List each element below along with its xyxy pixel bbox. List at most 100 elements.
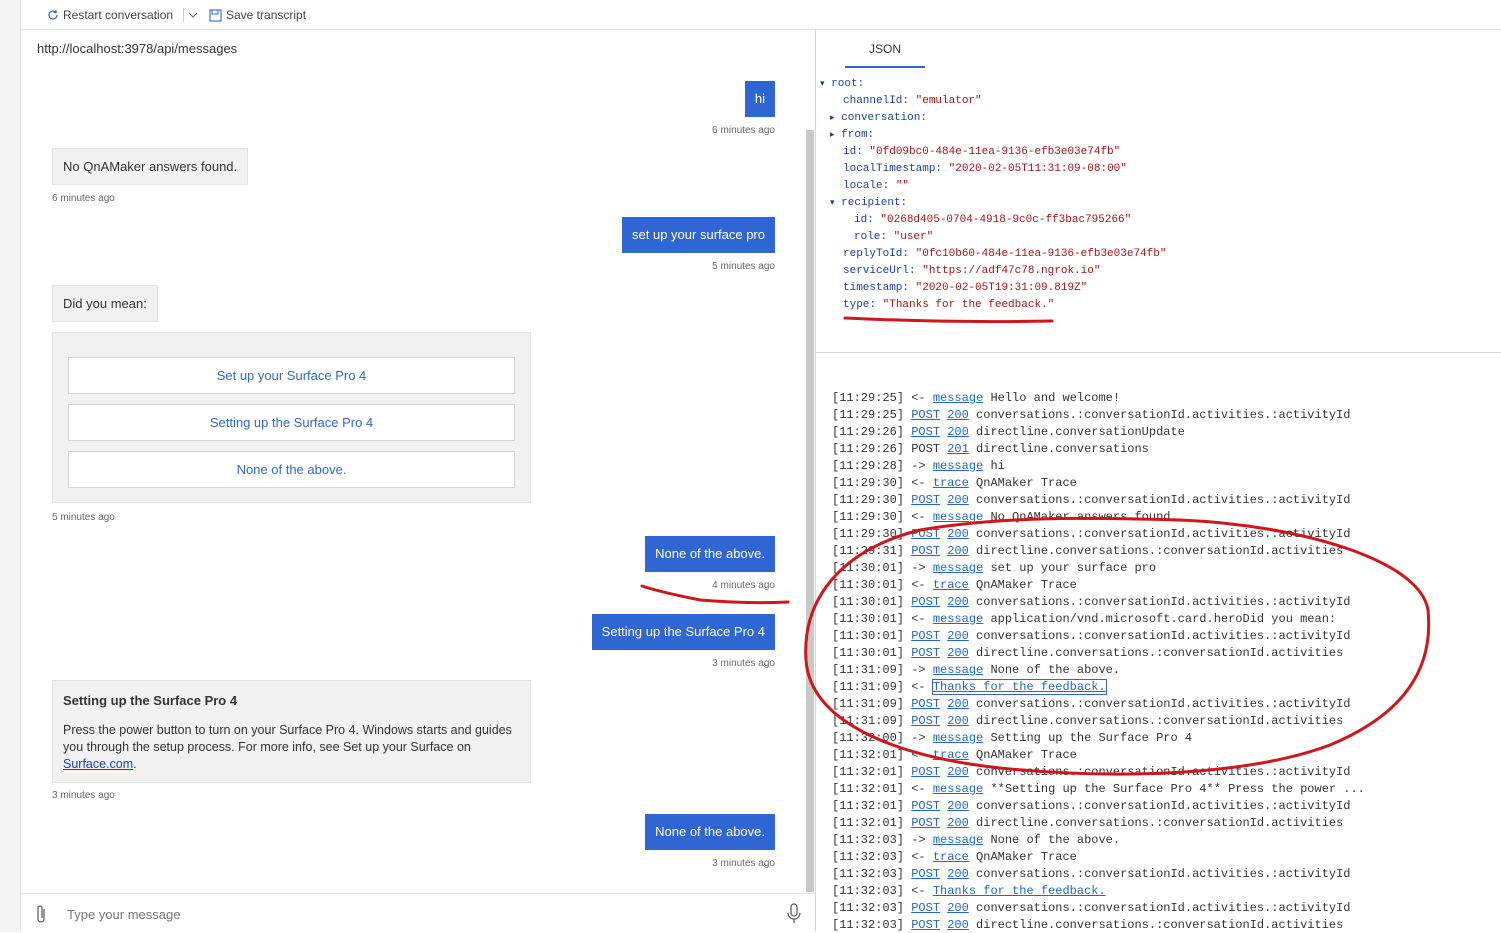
- log-link[interactable]: POST: [911, 629, 940, 643]
- hero-card: Set up your Surface Pro 4 Setting up the…: [52, 332, 531, 503]
- timestamp: 3 minutes ago: [712, 658, 775, 669]
- log-status-code[interactable]: 200: [947, 799, 969, 813]
- log-status-code[interactable]: 200: [947, 867, 969, 881]
- user-bubble: set up your surface pro: [622, 217, 775, 253]
- log-link[interactable]: message: [933, 391, 983, 405]
- log-time: [11:32:03]: [832, 884, 905, 898]
- log-link[interactable]: POST: [911, 867, 940, 881]
- json-row: locale: "": [843, 180, 910, 192]
- log-text: None of the above.: [990, 833, 1121, 847]
- json-row: role: "user": [854, 231, 934, 243]
- log-direction: <-: [911, 748, 926, 762]
- log-row: [11:32:03] POST 200 directline.conversat…: [832, 917, 1343, 932]
- log-link[interactable]: POST: [911, 697, 940, 711]
- log-status-code[interactable]: 200: [947, 697, 969, 711]
- log-link[interactable]: POST: [911, 595, 940, 609]
- log-link[interactable]: trace: [933, 578, 969, 592]
- card-option-button[interactable]: Set up your Surface Pro 4: [68, 357, 515, 394]
- log-time: [11:32:03]: [832, 867, 905, 881]
- log-direction: ->: [911, 731, 926, 745]
- log-link[interactable]: message: [933, 731, 983, 745]
- log-link[interactable]: message: [933, 782, 983, 796]
- log-status-code[interactable]: 200: [947, 918, 969, 932]
- tab-json[interactable]: JSON: [845, 38, 925, 68]
- log-link[interactable]: POST: [911, 493, 940, 507]
- json-row[interactable]: ▸ conversation:: [830, 110, 927, 127]
- log-status-code[interactable]: 200: [947, 714, 969, 728]
- card-option-button[interactable]: Setting up the Surface Pro 4: [68, 404, 515, 441]
- json-row[interactable]: ▸ from:: [830, 127, 874, 144]
- restart-label: Restart conversation: [63, 8, 174, 22]
- log-direction: <-: [911, 578, 926, 592]
- microphone-icon[interactable]: [787, 903, 801, 925]
- log-link[interactable]: POST: [911, 765, 940, 779]
- message-input[interactable]: [65, 902, 749, 926]
- log-link[interactable]: Thanks for the feedback.: [931, 679, 1107, 695]
- log-status-code[interactable]: 200: [947, 629, 969, 643]
- log-link[interactable]: trace: [933, 850, 969, 864]
- log-link[interactable]: message: [933, 510, 983, 524]
- json-row[interactable]: ▾ root:: [820, 76, 864, 93]
- json-row: timestamp: "2020-02-05T19:31:09.819Z": [843, 282, 1088, 294]
- log-text: No QnAMaker answers found.: [990, 510, 1178, 524]
- log-link[interactable]: Thanks for the feedback.: [933, 884, 1106, 898]
- log-link[interactable]: message: [933, 459, 983, 473]
- log-link[interactable]: trace: [933, 748, 969, 762]
- save-transcript-button[interactable]: Save transcript: [209, 8, 306, 22]
- log-row: [11:29:26] POST 200 directline.conversat…: [832, 424, 1185, 441]
- log-link[interactable]: POST: [911, 918, 940, 932]
- card-option-button[interactable]: None of the above.: [68, 451, 515, 488]
- log-link[interactable]: POST: [911, 799, 940, 813]
- log-row: [11:32:01] POST 200 directline.conversat…: [832, 815, 1343, 832]
- log-row: [11:32:00] -> message Setting up the Sur…: [832, 730, 1192, 747]
- log-status-code[interactable]: 200: [947, 646, 969, 660]
- timestamp: 3 minutes ago: [52, 790, 115, 801]
- log-link[interactable]: POST: [911, 425, 940, 439]
- panel-divider[interactable]: [816, 352, 1501, 353]
- chevron-down-icon[interactable]: [188, 10, 198, 20]
- log-link[interactable]: trace: [933, 476, 969, 490]
- bot-bubble: Did you mean:: [52, 285, 158, 322]
- log-time: [11:29:30]: [832, 527, 905, 541]
- log-row: [11:29:25] <- message Hello and welcome!: [832, 390, 1120, 407]
- log-status-code[interactable]: 200: [947, 527, 969, 541]
- log-direction: ->: [911, 459, 926, 473]
- log-text: conversations.:conversationId.activities…: [976, 408, 1351, 422]
- log-text: directline.conversationUpdate: [976, 425, 1185, 439]
- log-time: [11:32:01]: [832, 765, 905, 779]
- log-link[interactable]: POST: [911, 527, 940, 541]
- log-time: [11:32:00]: [832, 731, 905, 745]
- log-link[interactable]: POST: [911, 646, 940, 660]
- log-link[interactable]: message: [933, 663, 983, 677]
- chat-scrollbar[interactable]: [806, 130, 814, 892]
- log-link[interactable]: message: [933, 561, 983, 575]
- log-text: conversations.:conversationId.activities…: [976, 901, 1351, 915]
- log-row: [11:30:01] POST 200 conversations.:conve…: [832, 594, 1351, 611]
- log-link[interactable]: POST: [911, 544, 940, 558]
- log-link[interactable]: POST: [911, 408, 940, 422]
- log-status-code[interactable]: 200: [947, 544, 969, 558]
- log-link[interactable]: message: [933, 833, 983, 847]
- log-time: [11:29:25]: [832, 391, 905, 405]
- log-link[interactable]: message: [933, 612, 983, 626]
- log-status-code[interactable]: 200: [947, 816, 969, 830]
- log-time: [11:29:28]: [832, 459, 905, 473]
- log-row: [11:29:31] POST 200 directline.conversat…: [832, 543, 1343, 560]
- log-status-code[interactable]: 200: [947, 425, 969, 439]
- log-status-code[interactable]: 200: [947, 408, 969, 422]
- log-status-code[interactable]: 200: [947, 765, 969, 779]
- log-text: QnAMaker Trace: [976, 578, 1077, 592]
- log-status-code[interactable]: 200: [947, 595, 969, 609]
- log-link[interactable]: POST: [911, 816, 940, 830]
- log-link[interactable]: POST: [911, 901, 940, 915]
- json-row[interactable]: ▾ recipient:: [830, 195, 907, 212]
- log-status-code[interactable]: 201: [947, 442, 969, 456]
- log-time: [11:29:26]: [832, 425, 905, 439]
- log-link[interactable]: POST: [911, 714, 940, 728]
- paperclip-icon[interactable]: [35, 904, 47, 924]
- log-time: [11:29:30]: [832, 493, 905, 507]
- log-status-code[interactable]: 200: [947, 901, 969, 915]
- log-status-code[interactable]: 200: [947, 493, 969, 507]
- surface-link[interactable]: Surface.com: [63, 757, 133, 771]
- restart-conversation-button[interactable]: Restart conversation: [47, 8, 198, 22]
